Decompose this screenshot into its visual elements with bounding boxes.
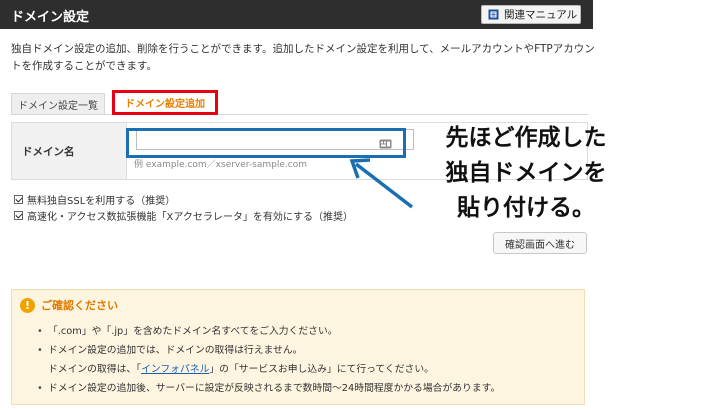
annotation-text: 先ほど作成した 独自ドメインを 貼り付ける。 (421, 120, 631, 225)
list-item: ドメインの取得は、「インフォパネル」の「サービスお申し込み」にて行ってください。 (38, 360, 500, 379)
accelerator-option[interactable]: 高速化・アクセス数拡張機能「Xアクセラレータ」を有効にする（推奨） (14, 208, 353, 223)
intro-text: 独自ドメイン設定の追加、削除を行うことができます。追加したドメイン設定を利用して… (11, 43, 595, 72)
checkbox-checked-icon[interactable] (14, 211, 23, 220)
ssl-option-label: 無料独自SSLを利用する（推奨） (27, 196, 176, 207)
tab-domain-list[interactable]: ドメイン設定一覧 (11, 93, 105, 114)
domain-label-cell: ドメイン名 (12, 123, 127, 179)
annotation-line-3: 貼り付ける。 (457, 194, 595, 221)
list-item: ドメイン設定の追加後、サーバーに設定が反映されるまで数時間～24時間程度かかる場… (37, 379, 500, 398)
annotation-line-2: 独自ドメインを (445, 159, 607, 186)
confirm-button[interactable]: 確認画面へ進む (493, 232, 587, 254)
checkbox-checked-icon[interactable] (14, 195, 23, 204)
related-manual-button[interactable]: 関連マニュアル (481, 5, 581, 24)
list-item: ドメイン設定の追加では、ドメインの取得は行えません。 (37, 341, 500, 360)
related-manual-label: 関連マニュアル (504, 9, 578, 21)
book-icon (488, 9, 499, 20)
notice-box: ! ご確認ください 「.com」や「.jp」を含めたドメイン名すべてをご入力くだ… (11, 289, 585, 405)
paste-icon (379, 139, 392, 149)
annotation-line-1: 先ほど作成した (445, 124, 607, 151)
notice-list: 「.com」や「.jp」を含めたドメイン名すべてをご入力ください。 ドメイン設定… (37, 322, 500, 398)
notice-text: 」の「サービスお申し込み」にて行ってください。 (209, 364, 434, 375)
alert-icon: ! (20, 297, 35, 313)
page-header: ドメイン設定 関連マニュアル (0, 0, 593, 29)
tab-domain-add[interactable]: ドメイン設定追加 (112, 90, 218, 115)
tab-bar: ドメイン設定一覧 ドメイン設定追加 (11, 90, 588, 115)
domain-example: 例 example.com／xserver-sample.com (134, 160, 307, 170)
domain-label: ドメイン名 (22, 146, 75, 158)
list-item: 「.com」や「.jp」を含めたドメイン名すべてをご入力ください。 (37, 322, 500, 341)
notice-header: ! ご確認ください (20, 297, 118, 313)
page-title: ドメイン設定 (11, 10, 90, 25)
annotation-arrow-icon (349, 158, 414, 209)
notice-title: ご確認ください (41, 299, 118, 312)
infopanel-link[interactable]: インフォパネル (141, 364, 209, 375)
notice-text: ドメインの取得は、「 (48, 364, 142, 375)
accelerator-option-label: 高速化・アクセス数拡張機能「Xアクセラレータ」を有効にする（推奨） (27, 212, 353, 223)
ssl-option[interactable]: 無料独自SSLを利用する（推奨） (14, 192, 175, 207)
